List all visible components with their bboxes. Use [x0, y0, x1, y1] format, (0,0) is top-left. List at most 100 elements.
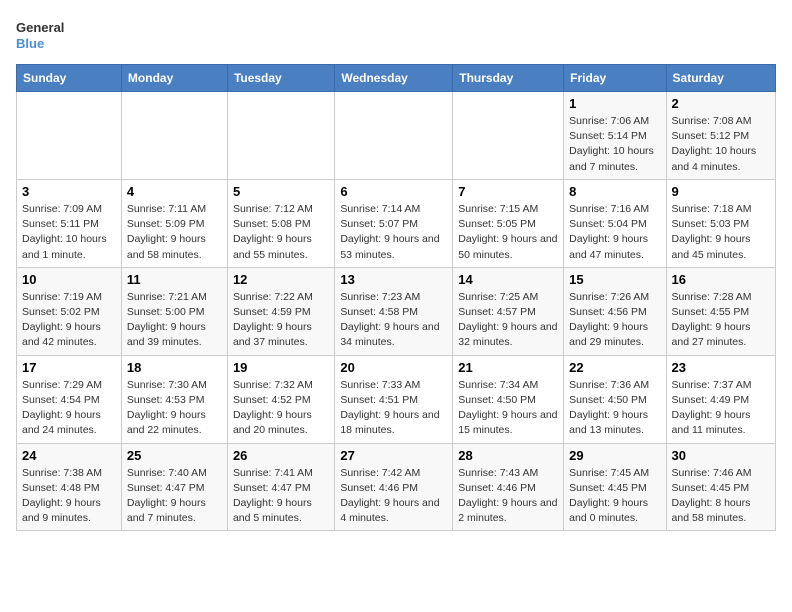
weekday-header: Friday: [564, 65, 666, 92]
weekday-header-row: SundayMondayTuesdayWednesdayThursdayFrid…: [17, 65, 776, 92]
day-number: 2: [672, 96, 770, 111]
logo-svg: General Blue: [16, 16, 76, 54]
day-info: Sunrise: 7:38 AM Sunset: 4:48 PM Dayligh…: [22, 466, 116, 527]
day-number: 6: [340, 184, 447, 199]
day-number: 16: [672, 272, 770, 287]
calendar-day-cell: 14 Sunrise: 7:25 AM Sunset: 4:57 PM Dayli…: [453, 267, 564, 355]
day-info: Sunrise: 7:28 AM Sunset: 4:55 PM Dayligh…: [672, 290, 770, 351]
day-info: Sunrise: 7:11 AM Sunset: 5:09 PM Dayligh…: [127, 202, 222, 263]
calendar-day-cell: 9 Sunrise: 7:18 AM Sunset: 5:03 PM Daylig…: [666, 179, 775, 267]
calendar-day-cell: 27 Sunrise: 7:42 AM Sunset: 4:46 PM Dayli…: [335, 443, 453, 531]
weekday-header: Saturday: [666, 65, 775, 92]
day-info: Sunrise: 7:36 AM Sunset: 4:50 PM Dayligh…: [569, 378, 660, 439]
calendar-day-cell: 20 Sunrise: 7:33 AM Sunset: 4:51 PM Dayli…: [335, 355, 453, 443]
page-header: General Blue: [16, 16, 776, 54]
day-number: 15: [569, 272, 660, 287]
calendar-day-cell: 18 Sunrise: 7:30 AM Sunset: 4:53 PM Dayli…: [121, 355, 227, 443]
weekday-header: Thursday: [453, 65, 564, 92]
day-number: 25: [127, 448, 222, 463]
calendar-day-cell: 3 Sunrise: 7:09 AM Sunset: 5:11 PM Daylig…: [17, 179, 122, 267]
day-info: Sunrise: 7:12 AM Sunset: 5:08 PM Dayligh…: [233, 202, 329, 263]
day-number: 14: [458, 272, 558, 287]
calendar-day-cell: [227, 92, 334, 180]
day-number: 4: [127, 184, 222, 199]
calendar-day-cell: 19 Sunrise: 7:32 AM Sunset: 4:52 PM Dayli…: [227, 355, 334, 443]
day-number: 27: [340, 448, 447, 463]
day-number: 10: [22, 272, 116, 287]
logo: General Blue: [16, 16, 76, 54]
calendar-table: SundayMondayTuesdayWednesdayThursdayFrid…: [16, 64, 776, 531]
calendar-day-cell: 13 Sunrise: 7:23 AM Sunset: 4:58 PM Dayli…: [335, 267, 453, 355]
day-number: 8: [569, 184, 660, 199]
calendar-day-cell: 12 Sunrise: 7:22 AM Sunset: 4:59 PM Dayli…: [227, 267, 334, 355]
calendar-week-row: 17Sunrise: 7:29 AM Sunset: 4:54 PM Dayli…: [17, 355, 776, 443]
day-info: Sunrise: 7:21 AM Sunset: 5:00 PM Dayligh…: [127, 290, 222, 351]
weekday-header: Sunday: [17, 65, 122, 92]
day-info: Sunrise: 7:43 AM Sunset: 4:46 PM Dayligh…: [458, 466, 558, 527]
day-info: Sunrise: 7:26 AM Sunset: 4:56 PM Dayligh…: [569, 290, 660, 351]
calendar-week-row: 10 Sunrise: 7:19 AM Sunset: 5:02 PM Dayli…: [17, 267, 776, 355]
day-number: 28: [458, 448, 558, 463]
calendar-day-cell: 29 Sunrise: 7:45 AM Sunset: 4:45 PM Dayli…: [564, 443, 666, 531]
calendar-day-cell: 15 Sunrise: 7:26 AM Sunset: 4:56 PM Dayli…: [564, 267, 666, 355]
day-info: Sunrise: 7:30 AM Sunset: 4:53 PM Dayligh…: [127, 378, 222, 439]
calendar-day-cell: 30Sunrise: 7:46 AM Sunset: 4:45 PM Dayli…: [666, 443, 775, 531]
day-info: Sunrise: 7:19 AM Sunset: 5:02 PM Dayligh…: [22, 290, 116, 351]
day-info: Sunrise: 7:42 AM Sunset: 4:46 PM Dayligh…: [340, 466, 447, 527]
calendar-day-cell: 5 Sunrise: 7:12 AM Sunset: 5:08 PM Daylig…: [227, 179, 334, 267]
day-info: Sunrise: 7:08 AM Sunset: 5:12 PM Dayligh…: [672, 114, 770, 175]
calendar-day-cell: 1 Sunrise: 7:06 AM Sunset: 5:14 PM Daylig…: [564, 92, 666, 180]
calendar-day-cell: 24 Sunrise: 7:38 AM Sunset: 4:48 PM Dayli…: [17, 443, 122, 531]
day-number: 22: [569, 360, 660, 375]
day-info: Sunrise: 7:23 AM Sunset: 4:58 PM Dayligh…: [340, 290, 447, 351]
day-number: 20: [340, 360, 447, 375]
day-number: 24: [22, 448, 116, 463]
day-info: Sunrise: 7:45 AM Sunset: 4:45 PM Dayligh…: [569, 466, 660, 527]
calendar-day-cell: 16 Sunrise: 7:28 AM Sunset: 4:55 PM Dayli…: [666, 267, 775, 355]
calendar-day-cell: 2 Sunrise: 7:08 AM Sunset: 5:12 PM Daylig…: [666, 92, 775, 180]
day-number: 29: [569, 448, 660, 463]
day-info: Sunrise: 7:34 AM Sunset: 4:50 PM Dayligh…: [458, 378, 558, 439]
calendar-day-cell: 28 Sunrise: 7:43 AM Sunset: 4:46 PM Dayli…: [453, 443, 564, 531]
day-info: Sunrise: 7:41 AM Sunset: 4:47 PM Dayligh…: [233, 466, 329, 527]
calendar-day-cell: 26Sunrise: 7:41 AM Sunset: 4:47 PM Dayli…: [227, 443, 334, 531]
calendar-day-cell: [453, 92, 564, 180]
day-number: 13: [340, 272, 447, 287]
calendar-day-cell: 4 Sunrise: 7:11 AM Sunset: 5:09 PM Daylig…: [121, 179, 227, 267]
calendar-day-cell: [17, 92, 122, 180]
day-info: Sunrise: 7:18 AM Sunset: 5:03 PM Dayligh…: [672, 202, 770, 263]
day-info: Sunrise: 7:15 AM Sunset: 5:05 PM Dayligh…: [458, 202, 558, 263]
day-number: 17: [22, 360, 116, 375]
svg-text:Blue: Blue: [16, 36, 44, 51]
day-info: Sunrise: 7:09 AM Sunset: 5:11 PM Dayligh…: [22, 202, 116, 263]
weekday-header: Monday: [121, 65, 227, 92]
day-number: 12: [233, 272, 329, 287]
day-number: 21: [458, 360, 558, 375]
calendar-day-cell: 21 Sunrise: 7:34 AM Sunset: 4:50 PM Dayli…: [453, 355, 564, 443]
calendar-day-cell: 6Sunrise: 7:14 AM Sunset: 5:07 PM Daylig…: [335, 179, 453, 267]
day-info: Sunrise: 7:22 AM Sunset: 4:59 PM Dayligh…: [233, 290, 329, 351]
day-number: 5: [233, 184, 329, 199]
calendar-day-cell: 10 Sunrise: 7:19 AM Sunset: 5:02 PM Dayli…: [17, 267, 122, 355]
day-number: 18: [127, 360, 222, 375]
day-info: Sunrise: 7:33 AM Sunset: 4:51 PM Dayligh…: [340, 378, 447, 439]
day-number: 1: [569, 96, 660, 111]
day-number: 19: [233, 360, 329, 375]
calendar-week-row: 1 Sunrise: 7:06 AM Sunset: 5:14 PM Daylig…: [17, 92, 776, 180]
calendar-week-row: 24 Sunrise: 7:38 AM Sunset: 4:48 PM Dayli…: [17, 443, 776, 531]
calendar-day-cell: 7 Sunrise: 7:15 AM Sunset: 5:05 PM Daylig…: [453, 179, 564, 267]
weekday-header: Tuesday: [227, 65, 334, 92]
weekday-header: Wednesday: [335, 65, 453, 92]
day-number: 23: [672, 360, 770, 375]
day-info: Sunrise: 7:06 AM Sunset: 5:14 PM Dayligh…: [569, 114, 660, 175]
day-number: 3: [22, 184, 116, 199]
calendar-day-cell: 8Sunrise: 7:16 AM Sunset: 5:04 PM Daylig…: [564, 179, 666, 267]
day-info: Sunrise: 7:46 AM Sunset: 4:45 PM Dayligh…: [672, 466, 770, 527]
day-info: Sunrise: 7:32 AM Sunset: 4:52 PM Dayligh…: [233, 378, 329, 439]
day-info: Sunrise: 7:25 AM Sunset: 4:57 PM Dayligh…: [458, 290, 558, 351]
day-number: 9: [672, 184, 770, 199]
calendar-day-cell: 17Sunrise: 7:29 AM Sunset: 4:54 PM Dayli…: [17, 355, 122, 443]
day-number: 7: [458, 184, 558, 199]
day-info: Sunrise: 7:40 AM Sunset: 4:47 PM Dayligh…: [127, 466, 222, 527]
calendar-day-cell: 25 Sunrise: 7:40 AM Sunset: 4:47 PM Dayli…: [121, 443, 227, 531]
